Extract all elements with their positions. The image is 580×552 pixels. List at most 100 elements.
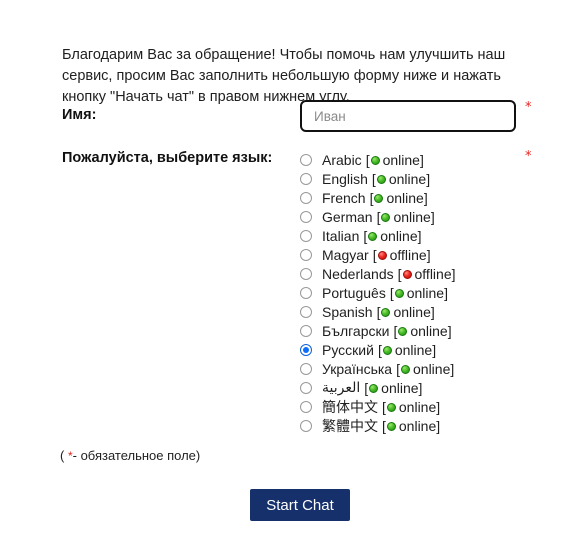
status-text: online bbox=[393, 208, 431, 225]
language-option[interactable]: 簡体中文[online] bbox=[300, 397, 570, 416]
bracket-close: ] bbox=[447, 322, 452, 339]
radio-unselected-icon[interactable] bbox=[300, 210, 312, 223]
language-option[interactable]: 繁體中文[ online] bbox=[300, 416, 570, 435]
language-label: Magyar bbox=[322, 246, 369, 263]
bracket-open: [ bbox=[377, 341, 382, 358]
radio-unselected-icon[interactable] bbox=[300, 248, 312, 261]
radio-unselected-icon[interactable] bbox=[300, 191, 312, 204]
status-online-icon bbox=[394, 289, 404, 298]
bracket-open: [ bbox=[376, 303, 381, 320]
language-option[interactable]: Arabic[ online] bbox=[300, 150, 570, 169]
status-online-icon bbox=[369, 384, 379, 393]
language-label: Português bbox=[322, 284, 386, 301]
status-text: online bbox=[398, 417, 437, 434]
language-option[interactable]: العربية[ online] bbox=[300, 378, 570, 397]
language-option[interactable]: French[online] bbox=[300, 188, 570, 207]
language-option[interactable]: Italian[ online] bbox=[300, 226, 570, 245]
radio-unselected-icon[interactable] bbox=[300, 419, 312, 432]
status-text: online bbox=[413, 360, 451, 377]
radio-unselected-icon[interactable] bbox=[300, 400, 312, 413]
bracket-close: ] bbox=[430, 303, 435, 320]
radio-unselected-icon[interactable] bbox=[300, 267, 312, 280]
language-label: Spanish bbox=[322, 303, 373, 320]
start-chat-button[interactable]: Start Chat bbox=[250, 489, 350, 521]
status-online-icon bbox=[381, 213, 391, 222]
bracket-open: [ bbox=[382, 398, 386, 415]
radio-unselected-icon[interactable] bbox=[300, 324, 312, 337]
language-label: Italian bbox=[322, 227, 360, 244]
bracket-open: [ bbox=[393, 322, 398, 339]
status-text: online bbox=[382, 151, 420, 168]
bracket-open: [ bbox=[369, 189, 374, 206]
status-text: online bbox=[398, 398, 437, 415]
language-option[interactable]: Spanish[ online] bbox=[300, 302, 570, 321]
status-offline-icon bbox=[377, 251, 387, 260]
status-online-icon bbox=[382, 346, 392, 355]
bracket-open: [ bbox=[365, 151, 370, 168]
language-field-label: Пожалуйста, выберите язык: bbox=[62, 150, 273, 166]
status-text: online bbox=[381, 379, 419, 396]
status-text: online bbox=[406, 284, 445, 301]
language-option[interactable]: Русский[online] bbox=[300, 340, 570, 359]
bracket-close: ] bbox=[418, 379, 423, 396]
language-label: Български bbox=[322, 322, 390, 339]
radio-unselected-icon[interactable] bbox=[300, 229, 312, 242]
radio-unselected-icon[interactable] bbox=[300, 381, 312, 394]
radio-unselected-icon[interactable] bbox=[300, 172, 312, 185]
name-field-label: Имя: bbox=[62, 107, 97, 123]
language-option[interactable]: Português[online] bbox=[300, 283, 570, 302]
language-label: 繁體中文 bbox=[322, 417, 378, 434]
status-online-icon bbox=[386, 422, 396, 431]
bracket-close: ] bbox=[419, 151, 424, 168]
bracket-close: ] bbox=[417, 227, 422, 244]
status-online-icon bbox=[374, 194, 384, 203]
bracket-close: ] bbox=[451, 265, 456, 282]
bracket-open: [ bbox=[382, 417, 386, 434]
bracket-open: [ bbox=[364, 379, 369, 396]
language-option[interactable]: Nederlands[offline] bbox=[300, 264, 570, 283]
language-radio-group[interactable]: Arabic[online] English[online] French[onli… bbox=[300, 150, 570, 435]
language-option[interactable]: Български[ online] bbox=[300, 321, 570, 340]
bracket-close: ] bbox=[450, 360, 455, 377]
radio-selected-icon[interactable] bbox=[300, 343, 312, 356]
status-online-icon bbox=[386, 403, 396, 412]
radio-unselected-icon[interactable] bbox=[300, 153, 312, 166]
bracket-close: ] bbox=[436, 417, 441, 434]
language-option[interactable]: German[online] bbox=[300, 207, 570, 226]
language-label: French bbox=[322, 189, 366, 206]
status-online-icon bbox=[368, 232, 378, 241]
bracket-close: ] bbox=[444, 284, 448, 301]
status-online-icon bbox=[401, 365, 410, 374]
status-online-icon bbox=[398, 327, 408, 336]
language-label: العربية bbox=[322, 379, 361, 395]
status-text: offline bbox=[414, 265, 452, 282]
radio-unselected-icon[interactable] bbox=[300, 305, 312, 318]
radio-unselected-icon[interactable] bbox=[300, 362, 312, 375]
name-input[interactable] bbox=[300, 100, 516, 132]
status-text: online bbox=[380, 227, 418, 244]
status-text: online bbox=[394, 341, 433, 358]
language-option[interactable]: Українська[ online] bbox=[300, 359, 570, 378]
bracket-close: ] bbox=[436, 398, 441, 415]
status-online-icon bbox=[370, 156, 380, 165]
language-option[interactable]: English[online] bbox=[300, 169, 570, 188]
intro-paragraph: Благодарим Вас за обращение! Чтобы помоч… bbox=[62, 46, 506, 105]
bracket-open: [ bbox=[363, 227, 368, 244]
status-online-icon bbox=[376, 175, 386, 184]
language-label: Українська bbox=[322, 360, 393, 377]
note-prefix: ( bbox=[60, 448, 68, 463]
bracket-close: ] bbox=[426, 170, 431, 187]
language-option[interactable]: Magyar[offline] bbox=[300, 245, 570, 264]
bracket-open: [ bbox=[396, 360, 400, 377]
status-text: online bbox=[388, 170, 427, 187]
bracket-open: [ bbox=[371, 170, 376, 187]
status-online-icon bbox=[381, 308, 391, 317]
status-text: online bbox=[393, 303, 431, 320]
language-label: Arabic bbox=[322, 151, 362, 168]
radio-unselected-icon[interactable] bbox=[300, 286, 312, 299]
required-asterisk-name: * bbox=[525, 100, 532, 115]
note-suffix: - обязательное поле) bbox=[72, 448, 201, 463]
status-text: online bbox=[410, 322, 448, 339]
bracket-open: [ bbox=[376, 208, 381, 225]
bracket-close: ] bbox=[430, 208, 435, 225]
